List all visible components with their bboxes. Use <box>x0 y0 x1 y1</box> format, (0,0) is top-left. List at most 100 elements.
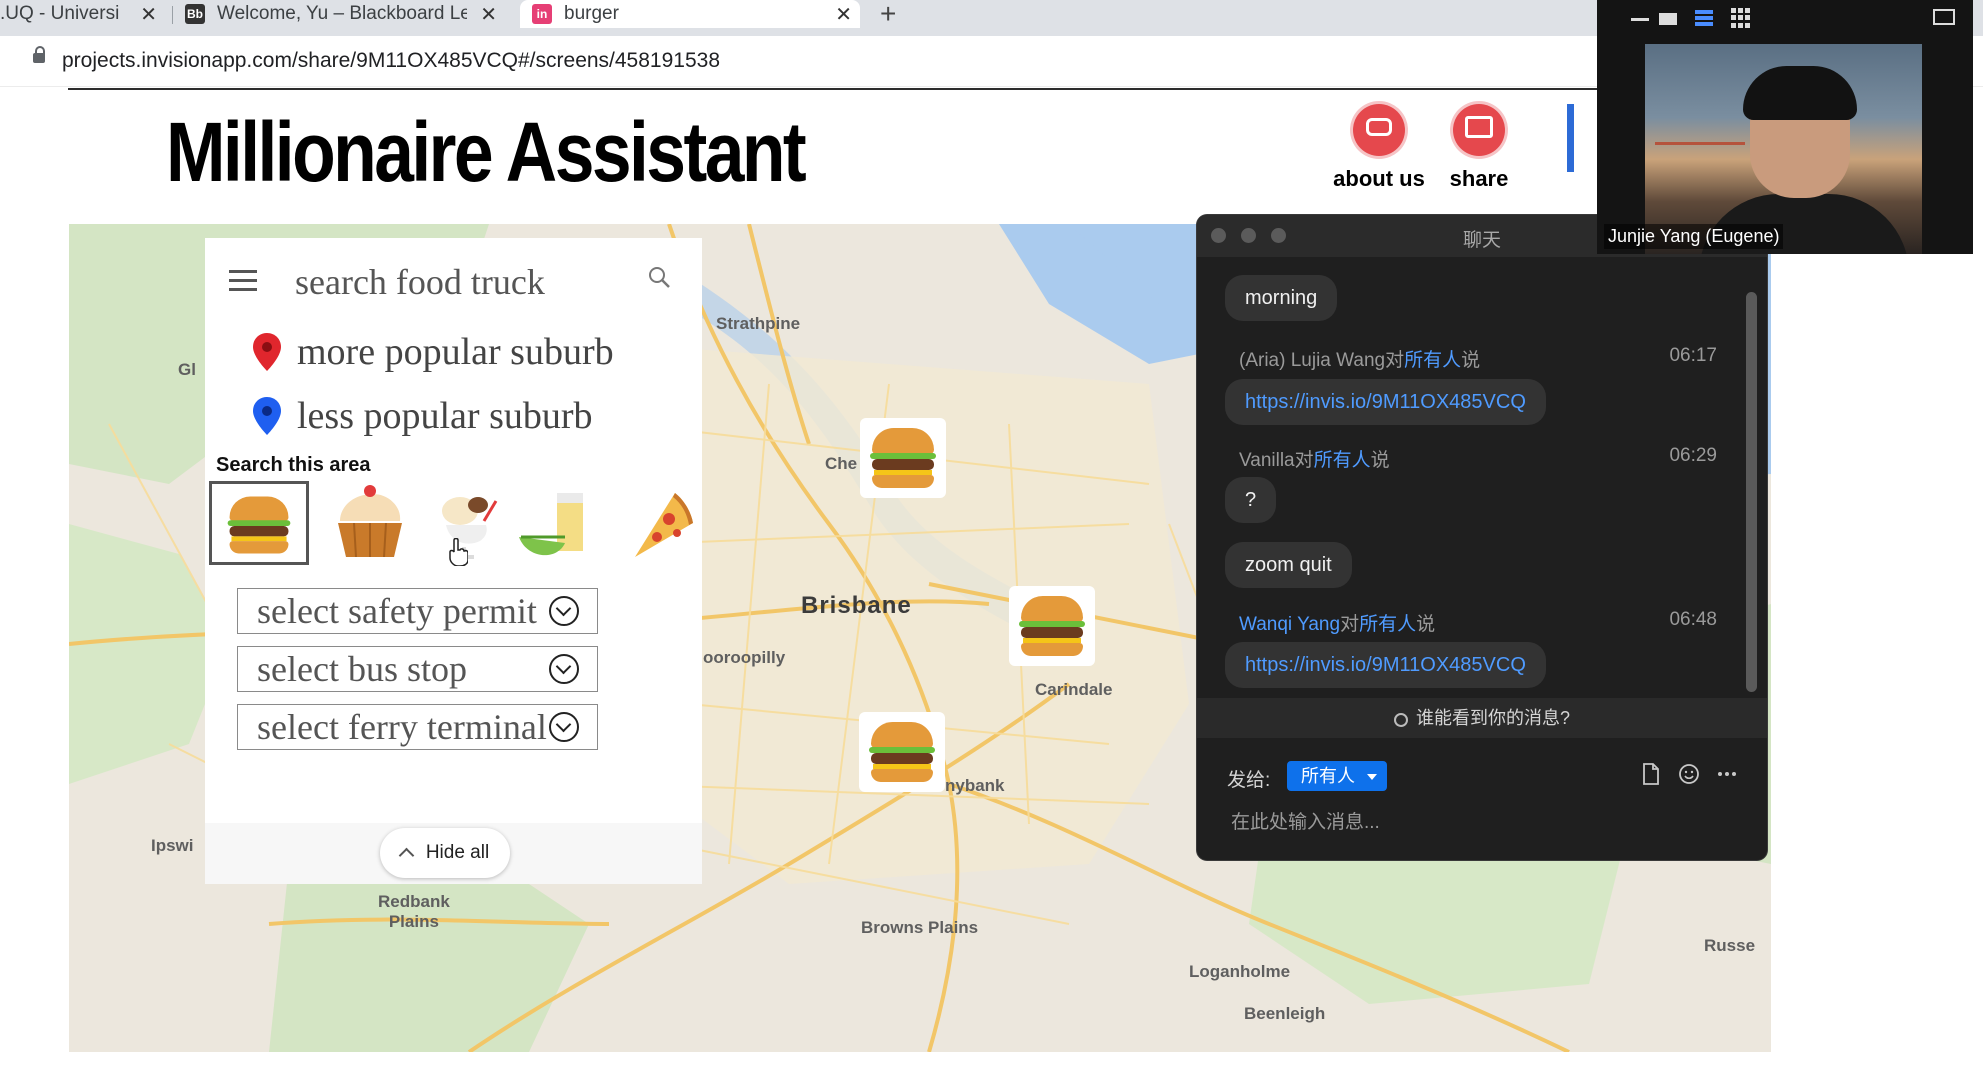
file-icon[interactable] <box>1640 762 1662 786</box>
cupcake-icon <box>338 485 402 558</box>
chat-message-link[interactable]: https://invis.io/9M11OX485VCQ <box>1225 379 1546 425</box>
category-pizza[interactable] <box>605 481 705 565</box>
audience: 所有人 <box>1404 350 1462 371</box>
close-icon[interactable]: ✕ <box>480 2 497 27</box>
category-burger[interactable] <box>209 481 309 565</box>
message-header: Wanqi Yang对所有人说 <box>1239 609 1435 636</box>
legend-less-popular: less popular suburb <box>253 394 593 438</box>
category-cupcake[interactable] <box>320 481 420 565</box>
header-accent-bar <box>1567 104 1574 172</box>
map-label-ipswich: Ipswi <box>151 836 194 855</box>
safety-permit-select-label: select safety permit <box>257 591 537 631</box>
map-label-beenleigh: Beenleigh <box>1244 1004 1326 1023</box>
bus-stop-select-label: select bus stop <box>257 649 467 689</box>
tab-blackboard[interactable]: Bb Welcome, Yu – Blackboard Le ✕ <box>185 0 505 28</box>
url-text[interactable]: projects.invisionapp.com/share/9M11OX485… <box>62 49 720 73</box>
map-label-browns-plains: Browns Plains <box>861 918 979 937</box>
burger-icon <box>1019 596 1085 656</box>
tab-title: Welcome, Yu – Blackboard Le <box>217 3 467 24</box>
tab-separator <box>172 6 173 24</box>
map-label-brisbane: Brisbane <box>801 592 912 619</box>
app-title: Millionaire Assistant <box>166 105 807 199</box>
sender-name: (Aria) Lujia Wang <box>1239 350 1386 371</box>
says-word: 说 <box>1461 350 1481 371</box>
about-us-button[interactable]: about us <box>1324 104 1434 192</box>
close-icon[interactable]: ✕ <box>835 2 852 27</box>
search-input[interactable] <box>293 258 627 306</box>
safety-permit-select[interactable]: select safety permit <box>237 588 598 634</box>
map-label-strathpine: Strathpine <box>716 314 801 333</box>
burger-icon <box>870 428 936 488</box>
about-us-chat-icon <box>1353 104 1405 156</box>
sender-name: Vanilla <box>1239 450 1295 471</box>
menu-icon[interactable] <box>229 270 257 291</box>
drink-icon <box>519 493 583 556</box>
hand-cursor-icon <box>449 538 468 566</box>
map-label-carindale: Carindale <box>1035 680 1113 699</box>
new-tab-plus-icon[interactable]: + <box>880 0 896 30</box>
chat-scrollbar[interactable] <box>1746 292 1757 692</box>
recipient-dropdown[interactable]: 所有人 <box>1287 761 1387 791</box>
tab-burger[interactable]: in burger ✕ <box>520 0 860 28</box>
message-time: 06:48 <box>1669 609 1717 630</box>
close-icon[interactable]: ✕ <box>140 2 157 27</box>
dropdown-caret-icon <box>1367 774 1377 780</box>
search-icon[interactable] <box>648 266 670 288</box>
blackboard-favicon-icon: Bb <box>185 4 205 24</box>
burger-truck-marker[interactable] <box>859 712 945 792</box>
share-button[interactable]: share <box>1424 104 1534 192</box>
person-icon <box>1393 713 1408 727</box>
chat-message-input[interactable] <box>1229 802 1733 844</box>
burger-truck-marker[interactable] <box>860 418 946 498</box>
chat-message-link[interactable]: https://invis.io/9M11OX485VCQ <box>1225 642 1546 688</box>
legend-less-popular-label: less popular suburb <box>297 395 593 437</box>
audience: 所有人 <box>1359 614 1417 635</box>
more-icon[interactable] <box>1716 762 1738 786</box>
gallery-view-icon[interactable] <box>1731 8 1751 28</box>
tab-title: .UQ - Universi <box>0 3 120 24</box>
ferry-terminal-select[interactable]: select ferry terminal <box>237 704 598 750</box>
red-pin-icon <box>253 333 281 371</box>
burger-icon <box>869 722 935 782</box>
chevron-down-icon <box>549 654 579 684</box>
category-drink[interactable] <box>505 481 605 565</box>
chat-window: 聊天 morning (Aria) Lujia Wang对所有人说 06:17 … <box>1197 215 1767 860</box>
speaker-view-icon[interactable] <box>1659 13 1677 25</box>
map-label-russell: Russe <box>1704 936 1756 955</box>
message-header: Vanilla对所有人说 <box>1239 445 1390 472</box>
to-word: 对 <box>1294 450 1314 471</box>
map-label-che: Che <box>825 454 858 473</box>
burger-icon <box>227 496 291 554</box>
burger-truck-marker[interactable] <box>1009 586 1095 666</box>
participant-name: Junjie Yang (Eugene) <box>1604 224 1784 249</box>
map-label-redbank-plains: Redbank Plains <box>378 892 450 931</box>
says-word: 说 <box>1370 450 1390 471</box>
chevron-down-icon <box>549 712 579 742</box>
message-header: (Aria) Lujia Wang对所有人说 <box>1239 345 1480 372</box>
legend-popular-label: more popular suburb <box>297 331 614 373</box>
hide-all-button[interactable]: Hide all <box>380 828 510 878</box>
exit-fullscreen-icon[interactable] <box>1933 9 1955 25</box>
minimize-icon[interactable] <box>1631 18 1649 21</box>
privacy-notice[interactable]: 谁能看到你的消息? <box>1197 698 1767 738</box>
send-to-label: 发给: <box>1227 770 1271 791</box>
blue-pin-icon <box>253 397 281 435</box>
map-label-gl: Gl <box>178 360 196 379</box>
chat-message: morning <box>1225 275 1338 321</box>
legend-popular: more popular suburb <box>253 330 614 374</box>
bridge-background <box>1655 142 1745 145</box>
strip-view-icon[interactable] <box>1695 10 1713 26</box>
participant-video <box>1645 44 1922 254</box>
chat-message: zoom quit <box>1225 542 1352 588</box>
privacy-label: 谁能看到你的消息? <box>1415 708 1570 728</box>
emoji-icon[interactable] <box>1678 762 1700 786</box>
message-time: 06:17 <box>1669 345 1717 366</box>
bus-stop-select[interactable]: select bus stop <box>237 646 598 692</box>
share-chart-icon <box>1453 104 1505 156</box>
hide-all-label: Hide all <box>425 842 490 863</box>
says-word: 说 <box>1416 614 1436 635</box>
tab-uq[interactable]: .UQ - Universi ✕ <box>0 0 165 28</box>
tab-title: burger <box>564 3 619 24</box>
about-us-label: about us <box>1333 166 1425 191</box>
recipient-label: 所有人 <box>1301 766 1355 786</box>
